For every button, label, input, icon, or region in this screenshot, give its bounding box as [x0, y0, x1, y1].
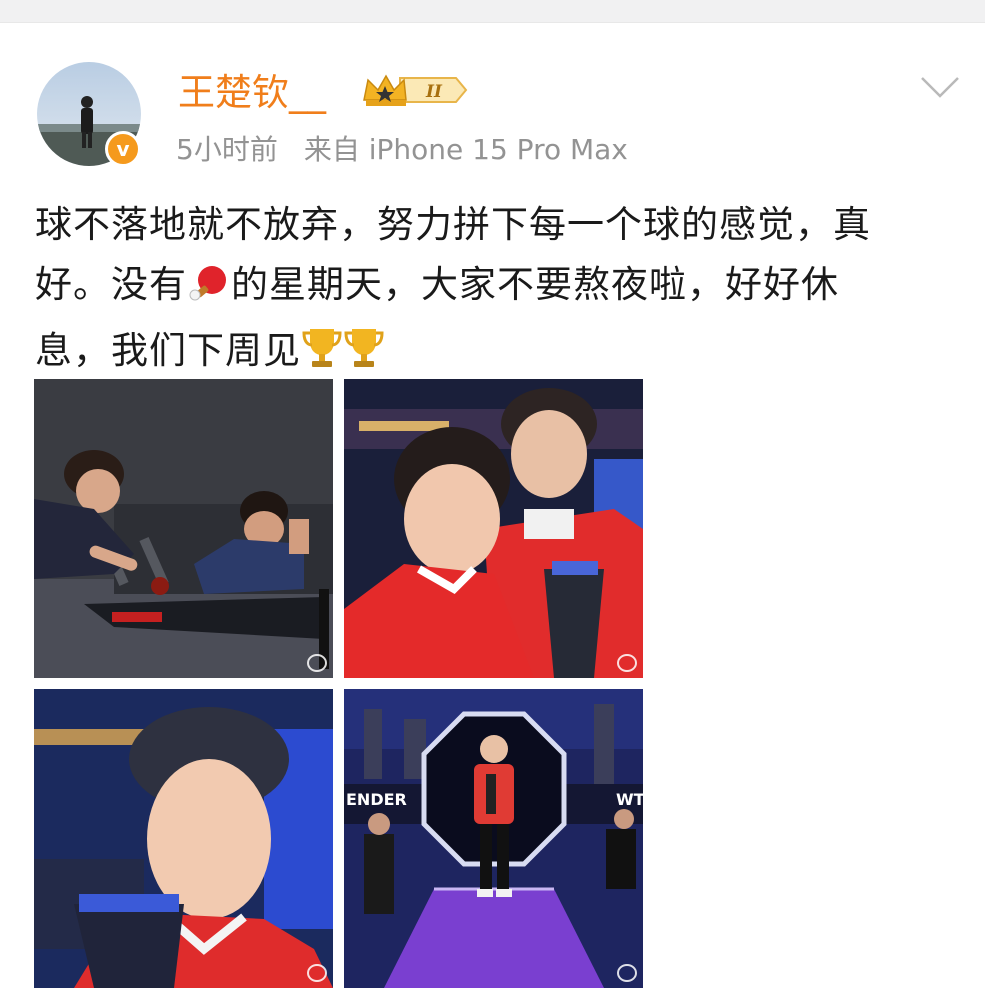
post-meta: 5小时前 来自 iPhone 15 Pro Max	[176, 132, 628, 168]
banner-text-left: ENDER	[346, 790, 407, 809]
post-source: 来自 iPhone 15 Pro Max	[303, 133, 628, 166]
post-line-2a: 好。没有	[35, 263, 187, 306]
post-line-1: 球不落地就不放弃，努力拼下每一个球的感觉，真	[35, 203, 871, 246]
ping-pong-icon	[187, 261, 231, 321]
weibo-watermark-icon	[617, 964, 637, 982]
level-label: II	[425, 82, 443, 102]
weibo-watermark-icon	[307, 964, 327, 982]
post-line-2b: 的星期天，大家不要熬夜啦，好好休	[231, 263, 839, 306]
post-text: 球不落地就不放弃，努力拼下每一个球的感觉，真 好。没有 的星期天，大家不要熬夜啦，…	[35, 195, 955, 387]
weibo-watermark-icon	[307, 654, 327, 672]
weibo-watermark-icon	[617, 654, 637, 672]
post-line-2: 好。没有 的星期天，大家不要熬夜啦，好好休	[35, 255, 955, 321]
photo-selfie-single[interactable]	[34, 689, 333, 988]
post-line-3-text: 息，我们下周见	[35, 329, 301, 372]
photo-selfie-duo[interactable]	[344, 379, 643, 678]
post-line-3: 息，我们下周见	[35, 321, 955, 387]
trophy-icon	[343, 325, 385, 387]
verified-v-icon: v	[105, 131, 141, 167]
username[interactable]: 王楚钦__	[178, 70, 326, 116]
photo-podium[interactable]: ENDER WT	[344, 689, 643, 988]
post-time: 5小时前	[176, 133, 278, 166]
top-bar	[0, 0, 985, 23]
trophy-icon	[301, 325, 343, 387]
photo-doubles-match[interactable]	[34, 379, 333, 678]
crown-badge-icon[interactable]: II	[360, 70, 470, 114]
chevron-down-icon[interactable]	[920, 75, 960, 103]
banner-text-right: WT	[616, 790, 643, 809]
